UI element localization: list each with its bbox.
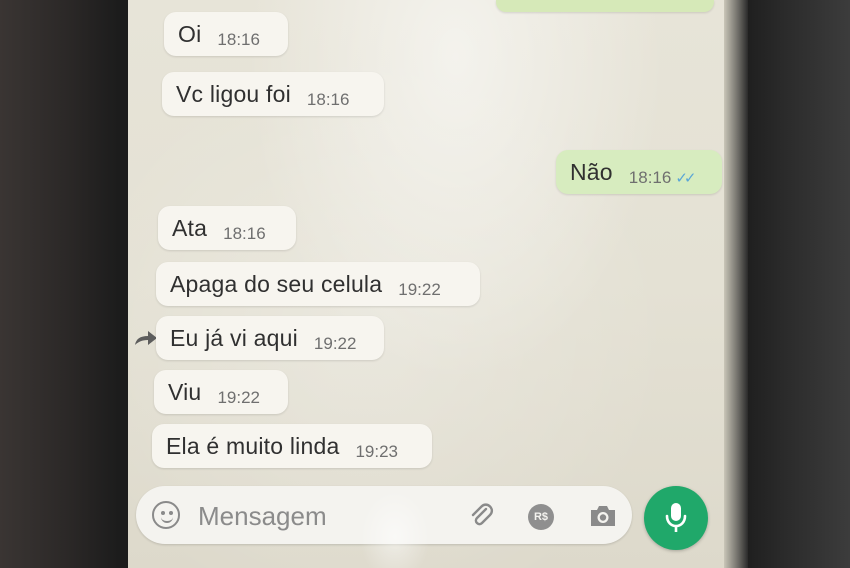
message-time: 18:16 — [217, 30, 260, 49]
device-edge — [724, 0, 748, 568]
message-time: 19:22 — [217, 388, 260, 407]
message-bubble[interactable]: Oi 18:16 — [164, 12, 288, 56]
message-time: 18:16 — [628, 168, 672, 187]
payment-icon[interactable]: R$ — [528, 504, 554, 530]
camera-icon[interactable] — [588, 503, 618, 529]
message-text: Viu — [168, 378, 202, 405]
message-text: Oi — [178, 20, 202, 47]
microphone-icon — [665, 503, 687, 532]
emoji-icon[interactable] — [152, 501, 180, 529]
message-time: 19:22 — [398, 280, 441, 299]
message-text: Vc ligou foi — [176, 80, 291, 107]
message-bubble[interactable]: Ata 18:16 — [158, 206, 296, 250]
message-bubble[interactable]: Eu já vi aqui 19:22 — [156, 316, 384, 360]
message-bubble-partial — [496, 0, 714, 12]
message-bubble[interactable]: Viu 19:22 — [154, 370, 288, 414]
message-bubble[interactable]: Vc ligou foi 18:16 — [162, 72, 384, 116]
read-double-check-icon: ✓✓ — [675, 170, 696, 187]
message-time: 19:23 — [355, 442, 398, 461]
message-text: Não — [570, 158, 613, 185]
message-text: Eu já vi aqui — [170, 324, 298, 351]
message-bubble-outgoing[interactable]: Não 18:16 ✓✓ — [556, 150, 722, 194]
forward-icon[interactable] — [134, 330, 158, 346]
message-text: Apaga do seu celula — [170, 270, 383, 297]
message-time: 19:22 — [313, 334, 357, 353]
message-text: Ata — [172, 214, 208, 241]
message-text: Ela é muito linda — [166, 432, 340, 459]
message-bubble[interactable]: Ela é muito linda 19:23 — [152, 424, 432, 468]
emoji-mouth — [161, 513, 173, 523]
message-time: 18:16 — [306, 90, 350, 109]
message-time: 18:16 — [223, 224, 266, 243]
attach-icon[interactable] — [466, 500, 496, 530]
message-input-placeholder[interactable]: Mensagem — [198, 501, 327, 532]
microphone-button[interactable] — [644, 486, 708, 550]
message-bubble[interactable]: Apaga do seu celula 19:22 — [156, 262, 480, 306]
